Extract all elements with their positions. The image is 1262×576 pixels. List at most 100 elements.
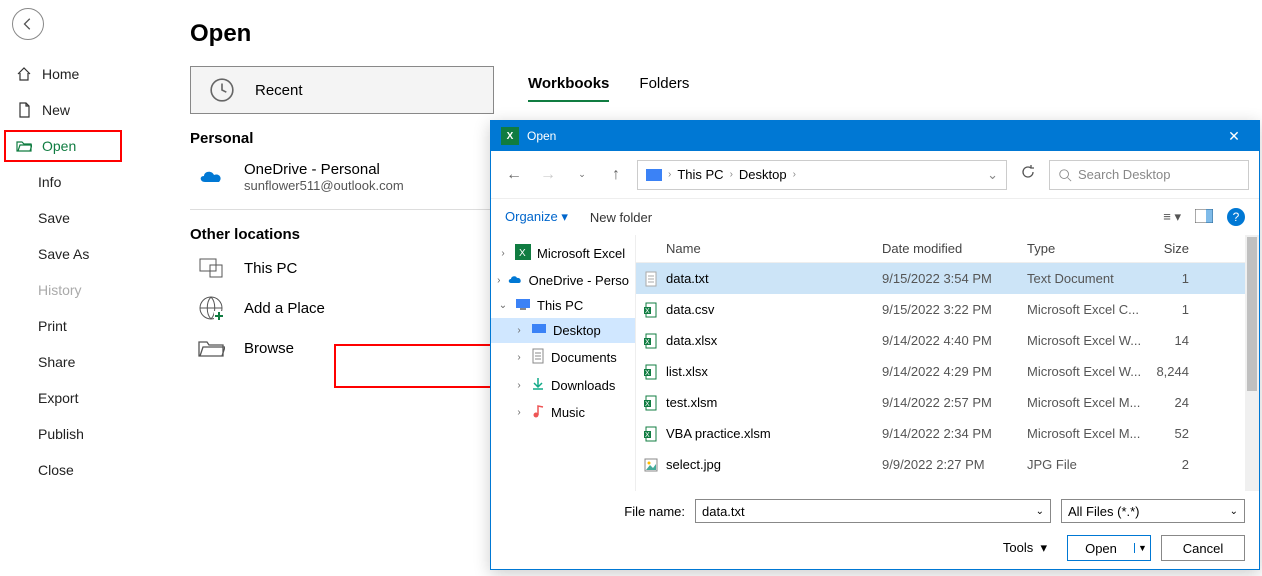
nav-new[interactable]: New <box>0 92 160 128</box>
filter-value: All Files (*.*) <box>1068 504 1140 519</box>
back-button[interactable] <box>12 8 44 40</box>
file-filter-select[interactable]: All Files (*.*) ⌄ <box>1061 499 1245 523</box>
filter-dropdown-icon[interactable]: ⌄ <box>1230 506 1238 517</box>
organize-menu[interactable]: Organize ▾ <box>505 209 568 225</box>
add-place-icon <box>196 295 226 321</box>
tree-chevron-icon[interactable]: › <box>513 380 525 391</box>
col-date[interactable]: Date modified <box>882 241 1027 256</box>
dialog-close-button[interactable]: ✕ <box>1219 128 1249 145</box>
file-row[interactable]: data.txt9/15/2022 3:54 PMText Document1 <box>636 263 1259 294</box>
tree-chevron-icon[interactable]: › <box>513 407 525 418</box>
file-name: data.csv <box>666 302 882 317</box>
tree-chevron-icon[interactable]: › <box>513 352 525 363</box>
file-row[interactable]: Xdata.xlsx9/14/2022 4:40 PMMicrosoft Exc… <box>636 325 1259 356</box>
file-row[interactable]: XVBA practice.xlsm9/14/2022 2:34 PMMicro… <box>636 418 1259 449</box>
open-split-dropdown[interactable]: ▼ <box>1134 543 1150 553</box>
tree-item[interactable]: ›Documents <box>491 343 635 372</box>
file-type: Text Document <box>1027 271 1147 286</box>
nav-home[interactable]: Home <box>0 56 160 92</box>
breadcrumb-sep-icon: › <box>793 169 796 180</box>
file-date: 9/14/2022 2:57 PM <box>882 395 1027 410</box>
nav-save-as[interactable]: Save As <box>0 236 160 272</box>
onedrive-icon <box>196 168 226 186</box>
view-options[interactable]: ≡ ▾ <box>1163 209 1181 225</box>
breadcrumb-current[interactable]: Desktop <box>739 167 787 182</box>
tree-item[interactable]: ›XMicrosoft Excel <box>491 239 635 268</box>
col-size[interactable]: Size <box>1147 241 1195 256</box>
file-date: 9/14/2022 4:29 PM <box>882 364 1027 379</box>
breadcrumb-root[interactable]: This PC <box>677 167 723 182</box>
tree-folder-icon <box>515 298 531 313</box>
nav-info[interactable]: Info <box>0 164 160 200</box>
tree-chevron-icon[interactable]: › <box>497 275 501 286</box>
preview-pane-toggle[interactable] <box>1195 209 1213 226</box>
tree-chevron-icon[interactable]: › <box>513 325 525 336</box>
file-size: 2 <box>1147 457 1195 472</box>
recent-button[interactable]: Recent <box>190 66 494 114</box>
file-name: test.xlsm <box>666 395 882 410</box>
tree-item[interactable]: ⌄This PC <box>491 293 635 318</box>
file-date: 9/15/2022 3:54 PM <box>882 271 1027 286</box>
tab-workbooks[interactable]: Workbooks <box>528 75 609 102</box>
nav-recent-dropdown[interactable]: ⌄ <box>569 162 595 188</box>
nav-back[interactable]: ← <box>501 162 527 188</box>
cancel-button[interactable]: Cancel <box>1161 535 1245 561</box>
nav-close[interactable]: Close <box>0 452 160 488</box>
vertical-scrollbar[interactable] <box>1245 235 1259 491</box>
file-row[interactable]: Xlist.xlsx9/14/2022 4:29 PMMicrosoft Exc… <box>636 356 1259 387</box>
file-name: list.xlsx <box>666 364 882 379</box>
nav-publish[interactable]: Publish <box>0 416 160 452</box>
nav-export[interactable]: Export <box>0 380 160 416</box>
tree-item-label: Desktop <box>553 323 601 338</box>
tree-folder-icon <box>531 404 545 421</box>
tree-item[interactable]: › Desktop <box>491 318 635 343</box>
onedrive-title: OneDrive - Personal <box>244 161 404 178</box>
open-file-dialog: X Open ✕ ← → ⌄ ↑ › This PC › Desktop › ⌄… <box>490 120 1260 570</box>
file-type: Microsoft Excel W... <box>1027 364 1147 379</box>
tree-chevron-icon[interactable]: ⌄ <box>497 300 509 311</box>
nav-print[interactable]: Print <box>0 308 160 344</box>
file-size: 1 <box>1147 271 1195 286</box>
nav-up[interactable]: ↑ <box>603 162 629 188</box>
file-row[interactable]: select.jpg9/9/2022 2:27 PMJPG File2 <box>636 449 1259 480</box>
svg-text:X: X <box>645 308 650 315</box>
help-button[interactable]: ? <box>1227 208 1245 226</box>
search-input[interactable]: Search Desktop <box>1049 160 1249 190</box>
file-icon: X <box>636 426 666 442</box>
page-title: Open <box>190 20 1232 48</box>
col-name[interactable]: Name <box>636 241 882 256</box>
nav-save[interactable]: Save <box>0 200 160 236</box>
tree-item[interactable]: › Downloads <box>491 372 635 399</box>
tree-chevron-icon[interactable]: › <box>497 248 509 259</box>
breadcrumb[interactable]: › This PC › Desktop › ⌄ <box>637 160 1007 190</box>
tools-menu[interactable]: Tools ▾ <box>1003 540 1047 556</box>
dialog-toolbar: Organize ▾ New folder ≡ ▾ ? <box>491 199 1259 235</box>
pc-icon <box>196 257 226 279</box>
svg-text:X: X <box>519 248 526 259</box>
svg-text:X: X <box>645 432 650 439</box>
nav-share[interactable]: Share <box>0 344 160 380</box>
nav-open[interactable]: Open <box>0 128 160 164</box>
tab-folders[interactable]: Folders <box>639 75 689 102</box>
file-type: Microsoft Excel W... <box>1027 333 1147 348</box>
file-date: 9/15/2022 3:22 PM <box>882 302 1027 317</box>
tree-item-label: Downloads <box>551 378 615 393</box>
filename-dropdown-icon[interactable]: ⌄ <box>1036 506 1044 517</box>
file-row[interactable]: Xtest.xlsm9/14/2022 2:57 PMMicrosoft Exc… <box>636 387 1259 418</box>
nav-forward[interactable]: → <box>535 162 561 188</box>
refresh-button[interactable] <box>1015 164 1041 185</box>
file-row[interactable]: Xdata.csv9/15/2022 3:22 PMMicrosoft Exce… <box>636 294 1259 325</box>
new-folder-button[interactable]: New folder <box>590 210 652 225</box>
dialog-bottom: File name: data.txt ⌄ All Files (*.*) ⌄ … <box>491 491 1259 569</box>
file-list-pane: Name Date modified Type Size data.txt9/1… <box>636 235 1259 491</box>
file-size: 8,244 <box>1147 364 1195 379</box>
tree-item[interactable]: ›OneDrive - Perso <box>491 268 635 293</box>
breadcrumb-dropdown[interactable]: ⌄ <box>987 167 998 183</box>
open-button[interactable]: Open ▼ <box>1067 535 1151 561</box>
tree-item[interactable]: ›Music <box>491 399 635 426</box>
filename-input[interactable]: data.txt ⌄ <box>695 499 1051 523</box>
onedrive-email: sunflower511@outlook.com <box>244 178 404 193</box>
col-type[interactable]: Type <box>1027 241 1147 256</box>
file-icon: X <box>636 302 666 318</box>
file-icon <box>636 457 666 473</box>
